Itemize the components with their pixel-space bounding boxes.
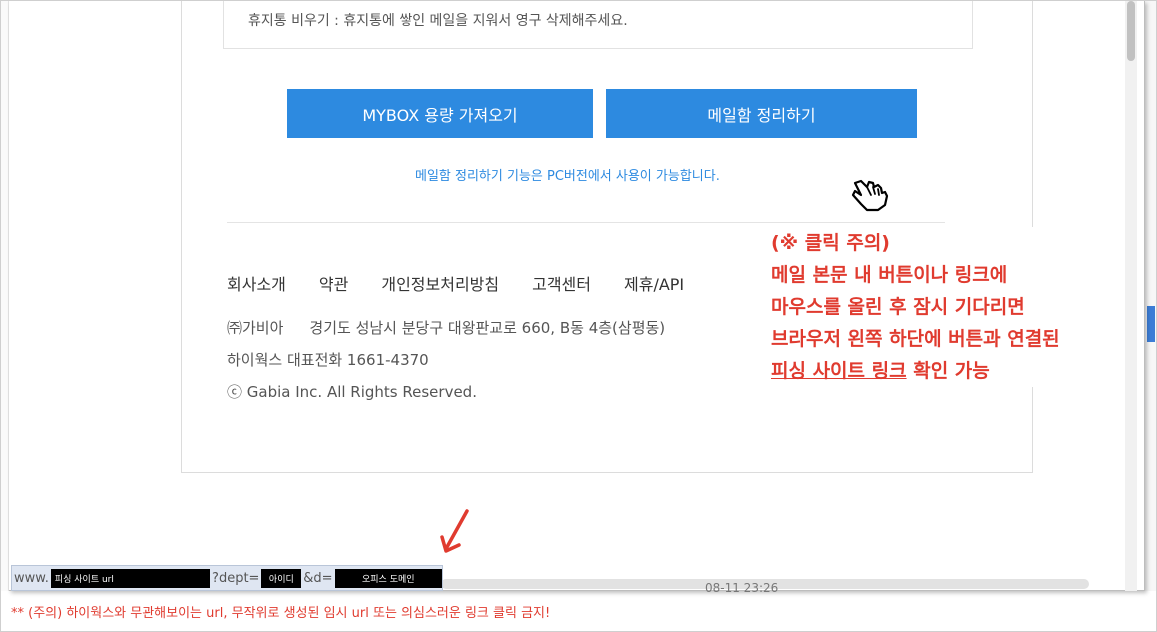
phishing-site-url-label: 피싱 사이트 url bbox=[50, 568, 211, 588]
notice-box: 휴지통 비우기 : 휴지통에 쌓인 메일을 지워서 영구 삭제해주세요. bbox=[223, 1, 973, 49]
office-domain-label: 오피스 도메인 bbox=[334, 568, 442, 588]
warning-title: (※ 클릭 주의) bbox=[771, 232, 890, 254]
pointer-hand-icon bbox=[851, 179, 889, 212]
screenshot-frame: 휴지통 비우기 : 휴지통에 쌓인 메일을 지워서 영구 삭제해주세요. MYB… bbox=[0, 0, 1157, 632]
browser-status-bar: www. 피싱 사이트 url ?dept= 아이디 &d= 오피스 도메인 bbox=[11, 565, 443, 591]
notice-text: 휴지통 비우기 : 휴지통에 쌓인 메일을 지워서 영구 삭제해주세요. bbox=[248, 13, 628, 29]
phone-number: 하이웍스 대표전화 1661-4370 bbox=[227, 351, 429, 369]
clean-mailbox-button[interactable]: 메일함 정리하기 bbox=[606, 89, 917, 138]
footer-link-api[interactable]: 제휴/API bbox=[624, 271, 684, 295]
url-prefix: www. bbox=[14, 570, 49, 586]
address-text: 경기도 성남시 분당구 대왕판교로 660, B동 4층(삼평동) bbox=[309, 319, 666, 337]
background-window-right bbox=[1145, 1, 1156, 591]
mybox-capacity-button[interactable]: MYBOX 용량 가져오기 bbox=[287, 89, 593, 138]
footer-link-about[interactable]: 회사소개 bbox=[227, 271, 286, 295]
domain-param: &d= bbox=[303, 570, 333, 586]
user-id-label: 아이디 bbox=[261, 568, 302, 588]
pc-version-info: 메일함 정리하기 기능은 PC버전에서 사용이 가능합니다. bbox=[415, 169, 720, 184]
phishing-link-text: 피싱 사이트 링크 bbox=[771, 360, 907, 382]
footer-link-privacy[interactable]: 개인정보처리방침 bbox=[381, 271, 499, 295]
footer-links: 회사소개 약관 개인정보처리방침 고객센터 제휴/API bbox=[227, 271, 717, 295]
warning-line-4-rest: 확인 가능 bbox=[906, 360, 990, 382]
dept-param: ?dept= bbox=[212, 570, 260, 586]
background-window-left bbox=[1, 1, 9, 591]
copyright: ⓒ Gabia Inc. All Rights Reserved. bbox=[227, 383, 477, 401]
bottom-warning-note: ** (주의) 하이웍스와 무관해보이는 url, 무작위로 생성된 임시 ur… bbox=[11, 606, 551, 621]
company-address: ㈜가비아 경기도 성남시 분당구 대왕판교로 660, B동 4층(삼평동) bbox=[227, 317, 665, 338]
footer-link-terms[interactable]: 약관 bbox=[319, 271, 348, 295]
vertical-scroll-thumb[interactable] bbox=[1127, 1, 1135, 61]
vertical-scrollbar[interactable] bbox=[1125, 1, 1137, 591]
warning-line-4: 피싱 사이트 링크 확인 가능 bbox=[771, 355, 1141, 387]
footer-link-support[interactable]: 고객센터 bbox=[532, 271, 591, 295]
click-warning-annotation: (※ 클릭 주의) 메일 본문 내 버튼이나 링크에 마우스를 올린 후 잠시 … bbox=[771, 227, 1141, 387]
company-name: ㈜가비아 bbox=[227, 319, 284, 337]
warning-line-1: 메일 본문 내 버튼이나 링크에 bbox=[771, 264, 1008, 286]
red-arrow-icon bbox=[440, 509, 469, 553]
partial-date-text: 08-11 23:26 bbox=[705, 581, 779, 595]
footer-divider bbox=[227, 222, 945, 223]
warning-line-3: 브라우저 왼쪽 하단에 버튼과 연결된 bbox=[771, 328, 1060, 350]
warning-line-2: 마우스를 올린 후 잠시 기다리면 bbox=[771, 296, 1025, 318]
